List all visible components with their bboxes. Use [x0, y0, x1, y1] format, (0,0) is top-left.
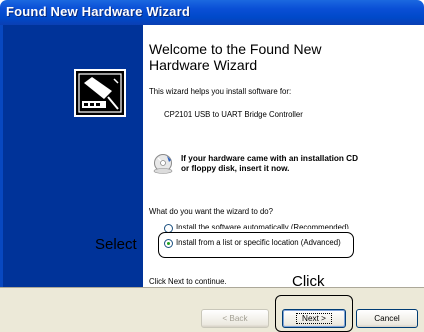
continue-hint: Click Next to continue. [149, 277, 227, 286]
selected-option-highlight [158, 232, 354, 258]
page-title: Welcome to the Found New Hardware Wizard [149, 41, 322, 73]
wizard-window: Found New Hardware Wizard Welcome to the… [0, 0, 424, 332]
back-button[interactable]: < Back [201, 309, 269, 328]
install-automatically-label[interactable]: Install the software automatically (Reco… [176, 223, 349, 229]
intro-text: This wizard helps you install software f… [149, 87, 292, 96]
cancel-button[interactable]: Cancel [356, 309, 418, 328]
next-button-highlight [275, 295, 353, 332]
question-text: What do you want the wizard to do? [149, 207, 273, 216]
cd-disk-icon [153, 154, 173, 174]
title-bar[interactable]: Found New Hardware Wizard [0, 0, 424, 25]
device-name: CP2101 USB to UART Bridge Controller [164, 110, 303, 119]
window-title: Found New Hardware Wizard [6, 4, 191, 19]
button-bar: < Back Next > Cancel [0, 287, 424, 332]
select-callout: Select [95, 236, 137, 253]
hardware-wizard-icon [74, 69, 126, 117]
insert-media-prompt: If your hardware came with an installati… [181, 154, 358, 173]
